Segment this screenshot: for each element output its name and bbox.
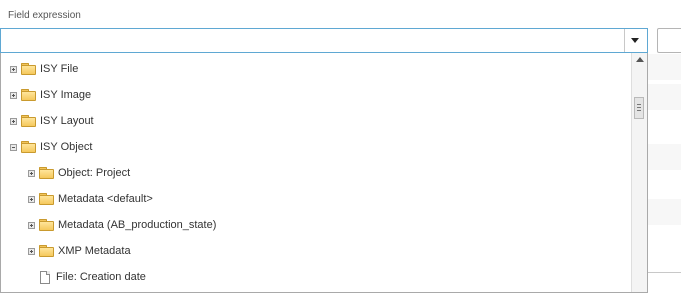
file-icon [40, 270, 50, 284]
tree-item-isy-object[interactable]: ISY Object [10, 134, 92, 160]
chevron-down-icon[interactable] [624, 29, 647, 52]
secondary-input[interactable] [657, 28, 681, 53]
tree-item-label: File: Creation date [56, 271, 146, 283]
folder-icon [39, 193, 54, 205]
field-expression-label: Field expression [8, 10, 81, 21]
tree-expander-icon[interactable] [28, 221, 35, 229]
field-tree-dropdown: ISY File ISY Image ISY Layout ISY Object… [0, 53, 648, 293]
tree-expander-icon[interactable] [28, 195, 35, 203]
tree-item-label: ISY File [40, 63, 79, 75]
tree-expander-icon[interactable] [10, 117, 17, 125]
tree-item-metadata-default[interactable]: Metadata <default> [28, 186, 153, 212]
scrollbar-thumb[interactable] [634, 97, 644, 119]
field-expression-input[interactable] [1, 29, 625, 52]
tree-expander-icon[interactable] [28, 247, 35, 255]
folder-icon [21, 63, 36, 75]
folder-icon [21, 115, 36, 127]
folder-icon [39, 219, 54, 231]
background-panel [648, 54, 681, 291]
scroll-up-icon[interactable] [636, 57, 644, 62]
tree-item-file-creation-date[interactable]: File: Creation date [40, 264, 146, 290]
tree-item-metadata-production-state[interactable]: Metadata (AB_production_state) [28, 212, 216, 238]
tree-item-label: ISY Image [40, 89, 92, 101]
tree-item-label: ISY Layout [40, 115, 94, 127]
tree-item-label: Object: Project [58, 167, 131, 179]
vertical-scrollbar[interactable] [631, 53, 647, 292]
tree-item-object-project[interactable]: Object: Project [28, 160, 130, 186]
tree-item-xmp-metadata[interactable]: XMP Metadata [28, 238, 131, 264]
folder-icon [39, 245, 54, 257]
tree-expander-icon[interactable] [10, 65, 17, 73]
tree-item-label: ISY Object [40, 141, 93, 153]
tree-item-label: Metadata <default> [58, 193, 153, 205]
tree-item-label: Metadata (AB_production_state) [58, 219, 217, 231]
tree-item-isy-file[interactable]: ISY File [10, 56, 78, 82]
tree-expander-icon[interactable] [28, 169, 35, 177]
tree-item-isy-layout[interactable]: ISY Layout [10, 108, 94, 134]
tree-expander-icon[interactable] [10, 91, 17, 99]
folder-icon [21, 89, 36, 101]
tree-item-isy-image[interactable]: ISY Image [10, 82, 91, 108]
field-expression-combobox[interactable] [0, 28, 648, 53]
tree-collapser-icon[interactable] [10, 143, 17, 151]
tree-item-label: XMP Metadata [58, 245, 131, 257]
folder-icon [21, 141, 36, 153]
folder-icon [39, 167, 54, 179]
